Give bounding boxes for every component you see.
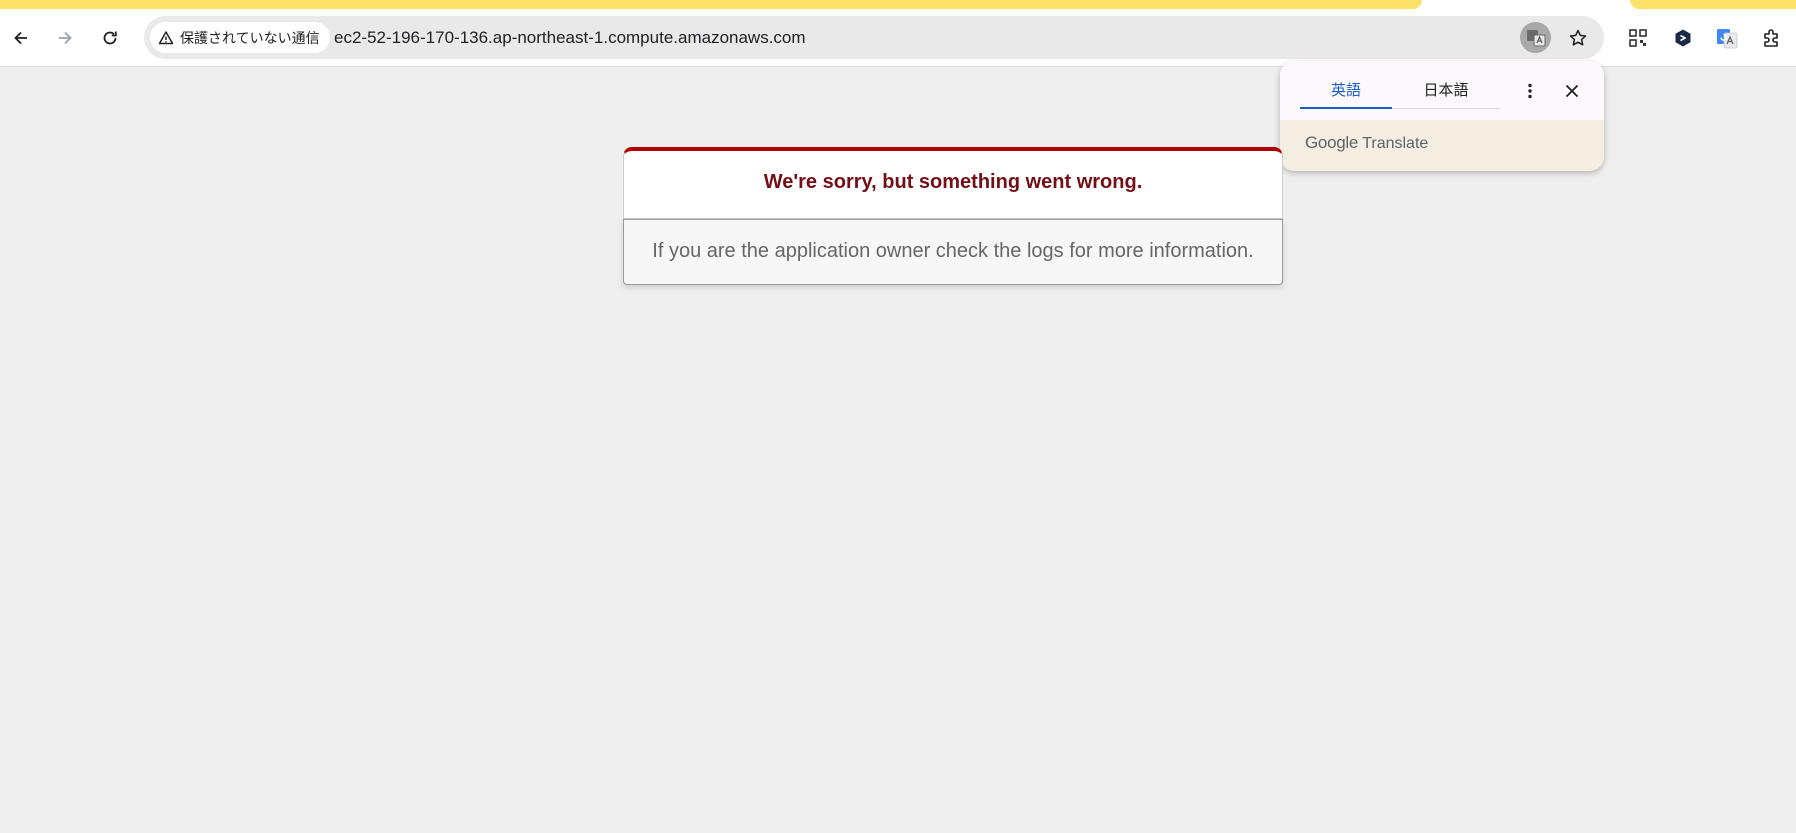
translate-close-button[interactable] <box>1556 75 1588 107</box>
translate-popup: 英語 日本語 Google Translate <box>1280 61 1604 171</box>
tab-target-language[interactable]: 日本語 <box>1392 61 1500 109</box>
address-bar[interactable]: 保護されていない通信 ec2-52-196-170-136.ap-northea… <box>144 16 1604 59</box>
reload-button[interactable] <box>94 22 126 54</box>
error-title: We're sorry, but something went wrong. <box>763 171 1143 193</box>
bookmark-button[interactable] <box>1562 22 1593 53</box>
qr-code-icon <box>1629 29 1647 47</box>
google-wordmark: Google <box>1305 133 1359 152</box>
extensions-button[interactable] <box>1756 22 1788 54</box>
error-dialog-header: We're sorry, but something went wrong. <box>623 147 1283 219</box>
translate-wordmark: Translate <box>1362 135 1429 152</box>
translate-popup-header: 英語 日本語 <box>1280 61 1604 120</box>
translate-options-button[interactable] <box>1514 75 1546 107</box>
tab-source-language[interactable]: 英語 <box>1300 61 1392 109</box>
star-icon <box>1569 29 1586 46</box>
tab-strip <box>0 0 1796 9</box>
google-translate-logo: Google Translate <box>1305 133 1428 153</box>
tab-strip-highlight <box>0 0 1422 9</box>
forward-button[interactable] <box>49 22 81 54</box>
warning-icon <box>158 30 174 44</box>
qr-extension-button[interactable] <box>1622 22 1654 54</box>
google-translate-icon <box>1717 29 1738 49</box>
puzzle-icon <box>1764 29 1778 47</box>
translate-icon <box>1526 29 1545 46</box>
error-dialog-body: If you are the application owner check t… <box>623 219 1283 285</box>
back-icon <box>14 31 27 45</box>
forward-icon <box>59 31 72 45</box>
more-vert-icon <box>1528 83 1532 99</box>
close-icon <box>1565 84 1579 98</box>
security-chip-label: 保護されていない通信 <box>180 30 320 47</box>
browser-toolbar: 保護されていない通信 ec2-52-196-170-136.ap-northea… <box>0 9 1796 67</box>
error-message: If you are the application owner check t… <box>652 240 1254 262</box>
security-chip[interactable]: 保護されていない通信 <box>150 22 330 53</box>
hex-extension-button[interactable] <box>1667 22 1699 54</box>
google-translate-extension-button[interactable] <box>1711 22 1743 54</box>
error-dialog: We're sorry, but something went wrong. I… <box>623 147 1283 285</box>
translate-page-button[interactable] <box>1520 22 1551 53</box>
tab-strip-highlight-right <box>1630 0 1796 9</box>
back-button[interactable] <box>5 22 37 54</box>
url-text[interactable]: ec2-52-196-170-136.ap-northeast-1.comput… <box>334 16 806 59</box>
reload-icon <box>103 31 117 45</box>
extension-hex-icon <box>1675 29 1691 47</box>
